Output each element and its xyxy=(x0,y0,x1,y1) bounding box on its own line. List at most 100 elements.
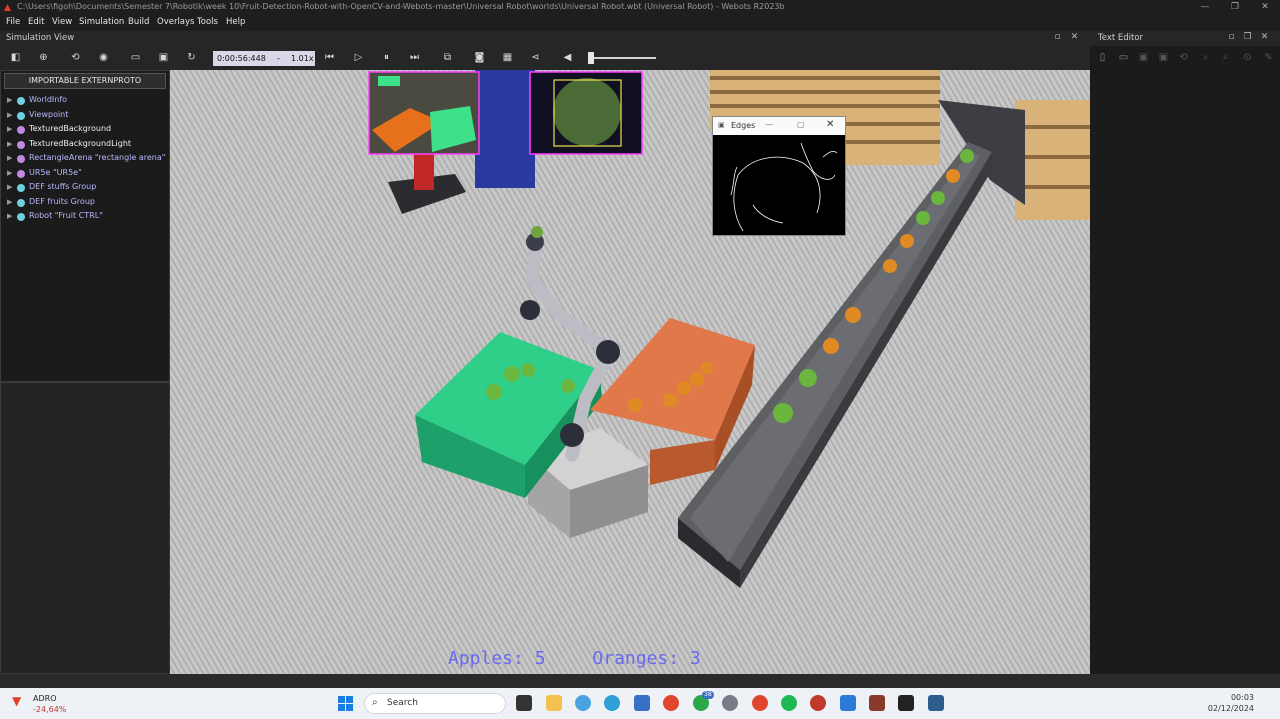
reload-world-icon[interactable]: ↻ xyxy=(184,51,199,65)
text-editor-title: Text Editor xyxy=(1098,33,1144,43)
file-explorer-icon[interactable] xyxy=(546,695,562,711)
reset-simulation-icon[interactable]: ⏮ xyxy=(322,51,337,65)
expand-arrow-icon[interactable]: ▶ xyxy=(7,169,12,177)
3d-viewport[interactable]: ▣ Edges — ▢ ✕ Apples: 5 Oranges: 3 xyxy=(170,70,1090,674)
tree-node-label: Viewpoint xyxy=(29,110,69,119)
simulation-time: 0:00:56:448 xyxy=(217,54,266,63)
edge-browser-icon[interactable] xyxy=(604,695,620,711)
close-icon[interactable]: ✕ xyxy=(1250,0,1280,15)
find-icon[interactable]: ⌕ xyxy=(1198,51,1213,65)
record-movie-icon[interactable]: ▦ xyxy=(500,51,515,65)
reset-viewpoint-icon[interactable]: ⟲ xyxy=(68,51,83,65)
tree-node-fruit-ctrl[interactable]: ▶ Robot "Fruit CTRL" xyxy=(1,210,169,224)
edges-close-icon[interactable]: ✕ xyxy=(826,119,834,130)
menu-build[interactable]: Build xyxy=(128,17,149,27)
pause-icon[interactable]: ⏸ xyxy=(379,51,394,65)
expand-arrow-icon[interactable]: ▶ xyxy=(7,154,12,162)
task-view-icon[interactable] xyxy=(516,695,532,711)
tree-node-rectanglearena[interactable]: ▶ RectangleArena "rectangle arena" xyxy=(1,152,169,166)
speed-separator: - xyxy=(277,54,280,63)
edges-maximize-icon[interactable]: ▢ xyxy=(797,120,805,129)
app-window-icon[interactable] xyxy=(928,695,944,711)
menu-help[interactable]: Help xyxy=(226,17,245,27)
stock-widget[interactable]: ▼ ADRO -24,64% xyxy=(12,692,82,714)
replace-icon[interactable]: ⌕ xyxy=(1218,51,1233,65)
save-as-icon[interactable]: ▣ xyxy=(1156,51,1171,65)
edges-minimize-icon[interactable]: — xyxy=(765,120,773,129)
system-clock[interactable]: 00:03 02/12/2024 xyxy=(1208,692,1254,714)
open-world-icon[interactable]: ▭ xyxy=(128,51,143,65)
node-type-icon xyxy=(17,155,25,163)
tree-node-worldinfo[interactable]: ▶ WorldInfo xyxy=(1,94,169,108)
save-file-icon[interactable]: ▣ xyxy=(1136,51,1151,65)
expand-arrow-icon[interactable]: ▶ xyxy=(7,183,12,191)
revert-icon[interactable]: ⟲ xyxy=(1176,51,1191,65)
minimize-icon[interactable]: — xyxy=(1190,0,1220,15)
go-to-line-icon[interactable]: ⊙ xyxy=(1240,51,1255,65)
edges-window[interactable]: ▣ Edges — ▢ ✕ xyxy=(712,116,846,236)
tree-node-texturedbackground[interactable]: ▶ TexturedBackground xyxy=(1,123,169,137)
tree-node-viewpoint[interactable]: ▶ Viewpoint xyxy=(1,109,169,123)
chrome-icon[interactable] xyxy=(663,695,679,711)
screenshot-icon[interactable]: ◙ xyxy=(472,51,487,65)
toggle-scene-tree-icon[interactable]: ◧ xyxy=(8,51,23,65)
menu-overlays[interactable]: Overlays xyxy=(157,17,194,27)
copilot-icon[interactable] xyxy=(575,695,591,711)
open-file-icon[interactable]: ▭ xyxy=(1116,51,1131,65)
settings-gear-icon[interactable] xyxy=(722,695,738,711)
edges-window-titlebar[interactable]: ▣ Edges — ▢ ✕ xyxy=(713,117,845,135)
rendering-icon[interactable]: ⧉ xyxy=(440,51,455,65)
expand-arrow-icon[interactable]: ▶ xyxy=(7,125,12,133)
undock-icon[interactable]: ▫ xyxy=(1052,32,1063,43)
tree-node-fruits-group[interactable]: ▶ DEF fruits Group xyxy=(1,196,169,210)
tree-node-label: TexturedBackgroundLight xyxy=(29,139,132,148)
expand-arrow-icon[interactable]: ▶ xyxy=(7,212,12,220)
expand-arrow-icon[interactable]: ▶ xyxy=(7,140,12,148)
stock-down-icon: ▼ xyxy=(12,694,22,708)
expand-arrow-icon[interactable]: ▶ xyxy=(7,111,12,119)
print-icon[interactable]: ✎ xyxy=(1261,51,1276,65)
editor-undock-icon[interactable]: ❐ xyxy=(1242,32,1253,43)
camera-overlay-detection[interactable] xyxy=(529,71,643,155)
step-icon[interactable]: ▷ xyxy=(351,51,366,65)
stock-ticker: ADRO xyxy=(33,694,57,703)
menu-view[interactable]: View xyxy=(52,17,72,27)
volume-slider[interactable] xyxy=(588,57,656,59)
start-button[interactable] xyxy=(338,696,353,711)
webots-bug-icon[interactable] xyxy=(810,695,826,711)
menu-tools[interactable]: Tools xyxy=(197,17,218,27)
tree-node-label: Robot "Fruit CTRL" xyxy=(29,211,103,220)
store-icon[interactable] xyxy=(634,695,650,711)
add-node-icon[interactable]: ⊕ xyxy=(36,51,51,65)
eye-icon[interactable]: ◉ xyxy=(96,51,111,65)
winrar-icon[interactable] xyxy=(869,695,885,711)
menu-simulation[interactable]: Simulation xyxy=(79,17,124,27)
volume-slider-handle[interactable] xyxy=(588,52,594,64)
chrome-profile-icon[interactable] xyxy=(752,695,768,711)
new-file-icon[interactable]: ▯ xyxy=(1095,51,1110,65)
vscode-icon[interactable] xyxy=(840,695,856,711)
editor-close-icon[interactable]: ✕ xyxy=(1259,32,1270,43)
share-icon[interactable]: ⋖ xyxy=(528,51,543,65)
expand-arrow-icon[interactable]: ▶ xyxy=(7,96,12,104)
importable-externproto-button[interactable]: IMPORTABLE EXTERNPROTO xyxy=(4,73,166,89)
taskbar-search-input[interactable]: ⌕ Search xyxy=(364,693,506,714)
tree-node-stuffs-group[interactable]: ▶ DEF stuffs Group xyxy=(1,181,169,195)
menu-file[interactable]: File xyxy=(6,17,20,27)
editor-maximize-icon[interactable]: ▫ xyxy=(1226,32,1237,43)
tree-node-label: DEF stuffs Group xyxy=(29,182,97,191)
tree-node-ur5e[interactable]: ▶ UR5e "UR5e" xyxy=(1,167,169,181)
expand-arrow-icon[interactable]: ▶ xyxy=(7,198,12,206)
menu-edit[interactable]: Edit xyxy=(28,17,44,27)
sound-icon[interactable]: ◀ xyxy=(560,51,575,65)
save-world-icon[interactable]: ▣ xyxy=(156,51,171,65)
tree-node-texturedbackgroundlight[interactable]: ▶ TexturedBackgroundLight xyxy=(1,138,169,152)
close-panel-icon[interactable]: ✕ xyxy=(1069,32,1080,43)
fast-forward-icon[interactable]: ⏭ xyxy=(407,51,422,65)
camera-overlay-color[interactable] xyxy=(368,71,480,155)
simulation-toolbar: ◧ ⊕ ⟲ ◉ ▭ ▣ ↻ 0:00:56:448 - 1.01x ⏮ ▷ ⏸ … xyxy=(0,46,1090,70)
simulation-time-display: 0:00:56:448 - 1.01x xyxy=(213,51,315,66)
terminal-icon[interactable] xyxy=(898,695,914,711)
spotify-icon[interactable] xyxy=(781,695,797,711)
maximize-icon[interactable]: ❐ xyxy=(1220,0,1250,15)
